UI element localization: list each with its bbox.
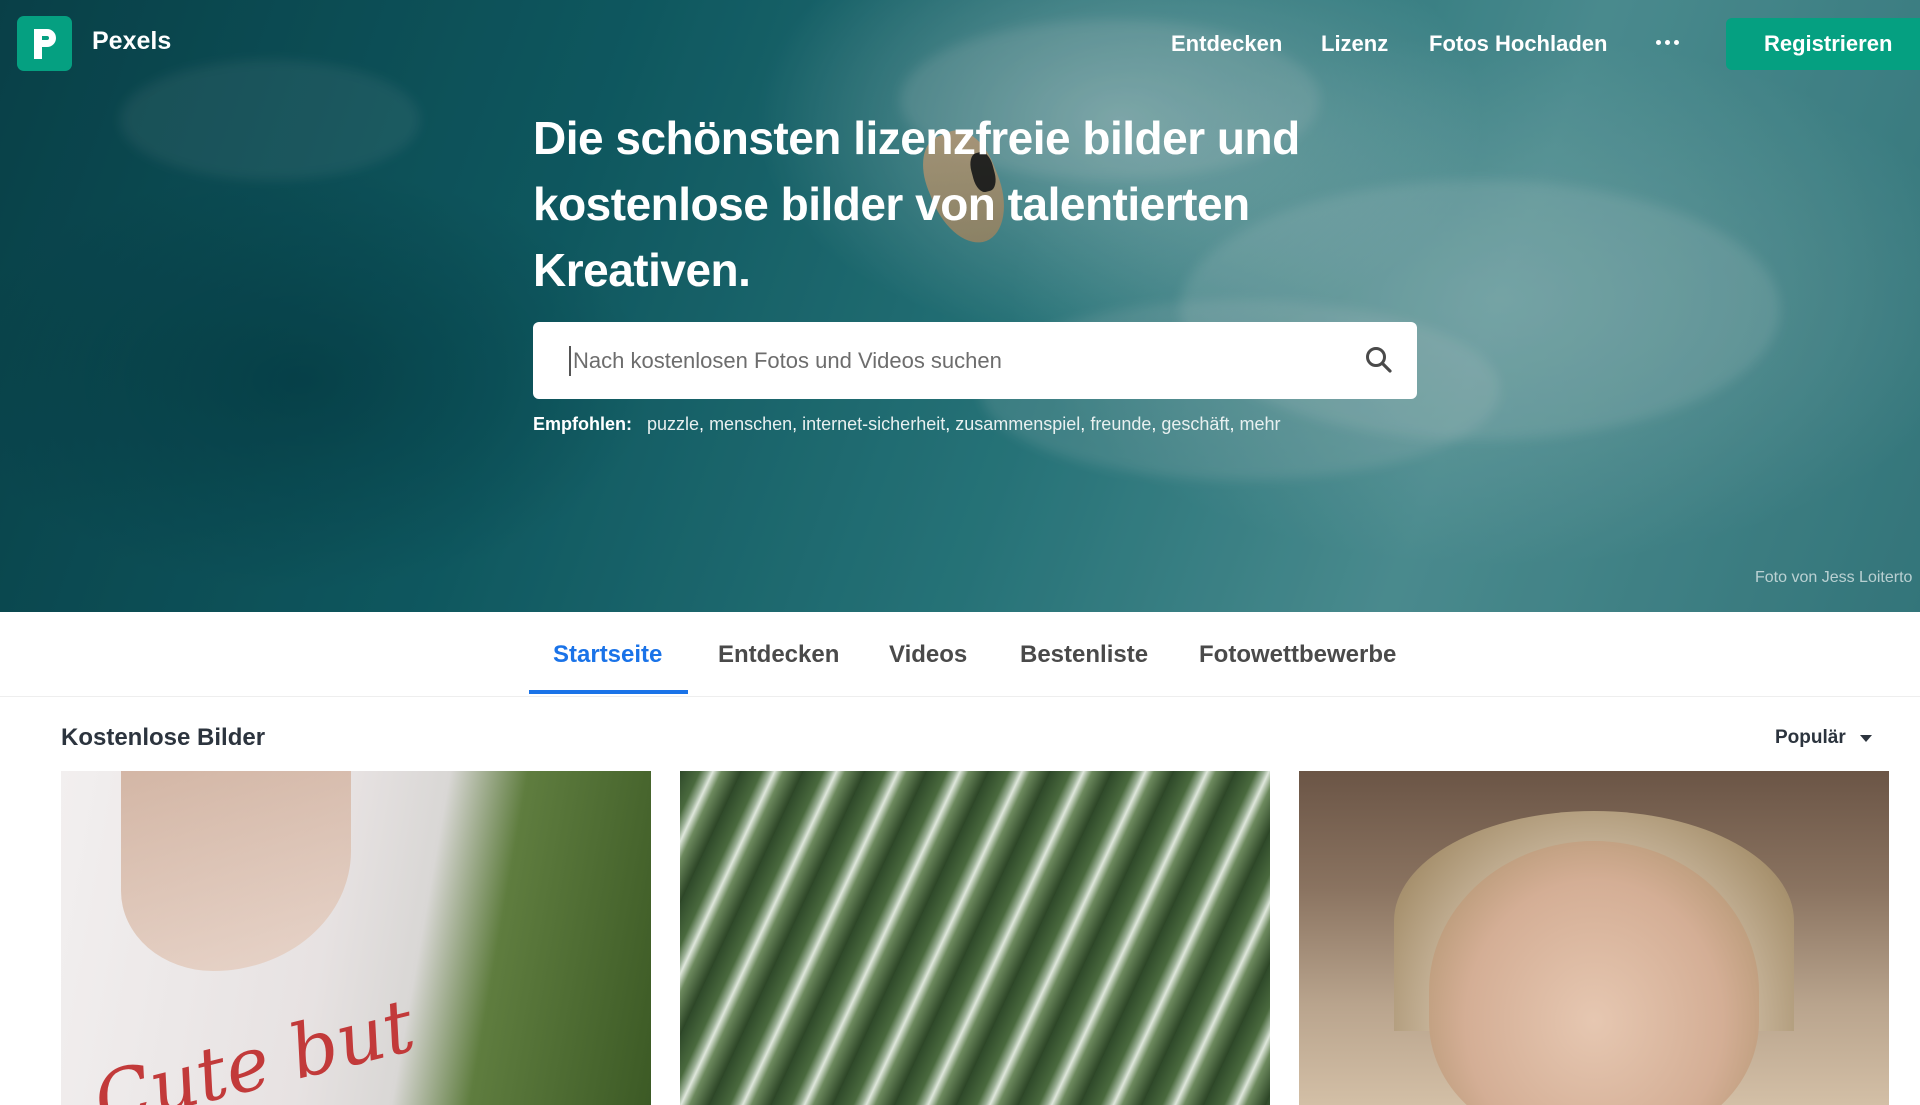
pexels-logo-icon[interactable] bbox=[17, 16, 72, 71]
register-button[interactable]: Registrieren bbox=[1726, 18, 1920, 70]
hero-headline: Die schönsten lizenzfreie bilder und kos… bbox=[533, 112, 1300, 296]
nav-link-entdecken[interactable]: Entdecken bbox=[1171, 31, 1282, 57]
suggested-tag[interactable]: freunde bbox=[1090, 414, 1151, 434]
photo-card[interactable] bbox=[680, 771, 1270, 1105]
dot bbox=[1655, 39, 1661, 45]
brand-name[interactable]: Pexels bbox=[92, 27, 171, 56]
gallery-title: Kostenlose Bilder bbox=[61, 724, 266, 751]
tab-fotowettbewerbe[interactable]: Fotowettbewerbe bbox=[1199, 641, 1396, 669]
tab-entdecken[interactable]: Entdecken bbox=[718, 641, 839, 669]
shirt-lettering: Cute but bbox=[85, 982, 423, 1105]
suggested-tag[interactable]: zusammenspiel bbox=[955, 414, 1080, 434]
photo-card[interactable]: Cute but bbox=[61, 771, 651, 1105]
logo-glyph-icon bbox=[33, 28, 56, 59]
dot bbox=[1664, 39, 1670, 45]
photo-card[interactable] bbox=[1299, 771, 1889, 1105]
nav-link-fotos-hochladen[interactable]: Fotos Hochladen bbox=[1429, 31, 1607, 57]
photo-credit[interactable]: Foto von Jess Loiterto bbox=[1755, 569, 1912, 587]
suggested-label: Empfohlen: bbox=[533, 414, 632, 434]
suggested-searches: Empfohlen: puzzle, menschen, internet-si… bbox=[533, 414, 1281, 434]
suggested-tag[interactable]: internet-sicherheit bbox=[802, 414, 945, 434]
search-input[interactable] bbox=[569, 346, 1335, 376]
dot bbox=[1673, 39, 1679, 45]
suggested-tag[interactable]: menschen bbox=[709, 414, 792, 434]
suggested-tag-more[interactable]: mehr bbox=[1239, 414, 1280, 434]
tab-startseite[interactable]: Startseite bbox=[553, 641, 662, 669]
chevron-down-icon bbox=[1859, 734, 1872, 742]
active-tab-indicator bbox=[529, 690, 688, 694]
sort-label: Populär bbox=[1775, 727, 1846, 748]
hero-overlay bbox=[0, 0, 1920, 612]
hair-image bbox=[121, 771, 351, 971]
search-bar bbox=[533, 322, 1417, 399]
section-tabs: Startseite Entdecken Videos Bestenliste … bbox=[0, 612, 1920, 697]
top-navigation: Pexels Entdecken Lizenz Fotos Hochladen … bbox=[0, 0, 1920, 88]
tab-bestenliste[interactable]: Bestenliste bbox=[1020, 641, 1148, 669]
hero-banner: Pexels Entdecken Lizenz Fotos Hochladen … bbox=[0, 0, 1920, 612]
suggested-tag[interactable]: geschäft bbox=[1161, 414, 1229, 434]
search-icon[interactable] bbox=[1363, 344, 1395, 376]
suggested-tag[interactable]: puzzle bbox=[647, 414, 699, 434]
more-dots-icon[interactable] bbox=[1652, 24, 1682, 60]
tab-videos[interactable]: Videos bbox=[889, 641, 967, 669]
sort-dropdown[interactable]: Populär bbox=[1775, 727, 1872, 749]
nav-link-lizenz[interactable]: Lizenz bbox=[1321, 31, 1388, 57]
